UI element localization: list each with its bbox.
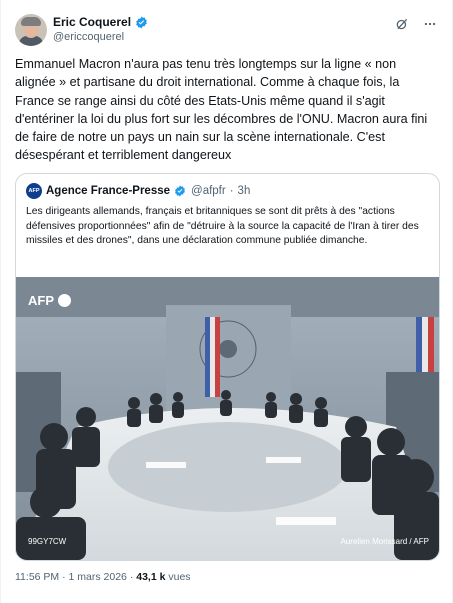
photo-credit: Aurelien Morissard / AFP bbox=[340, 537, 429, 546]
quoted-handle: @afpfr bbox=[191, 185, 226, 197]
view-label: vues bbox=[168, 571, 191, 583]
author-handle[interactable]: @ericcoquerel bbox=[53, 31, 124, 43]
tweet: Eric Coquerel @ericcoquerel Emmanuel Mac… bbox=[0, 0, 453, 603]
footer-separator: · bbox=[129, 571, 134, 583]
watermark-dot-icon bbox=[58, 294, 71, 307]
quoted-tweet[interactable]: AFP Agence France-Presse @afpfr · 3h Les… bbox=[15, 173, 440, 561]
verified-badge-icon bbox=[135, 16, 148, 29]
more-icon[interactable] bbox=[422, 16, 438, 32]
tweet-footer: 11:56 PM · 1 mars 2026 · 43,1 k vues bbox=[15, 571, 191, 583]
photo-watermark-text: AFP bbox=[28, 293, 54, 308]
photo-id-code: 99GY7CW bbox=[28, 537, 67, 546]
quoted-verified-badge-icon bbox=[174, 185, 187, 198]
post-date[interactable]: 1 mars 2026 bbox=[69, 571, 127, 583]
post-time[interactable]: 11:56 PM bbox=[15, 571, 59, 583]
quoted-avatar[interactable]: AFP bbox=[26, 183, 42, 199]
quoted-author-name[interactable]: Agence France-Presse bbox=[46, 185, 170, 197]
view-count: 43,1 k bbox=[136, 571, 166, 583]
avatar[interactable] bbox=[15, 14, 47, 46]
grok-icon[interactable] bbox=[394, 16, 410, 32]
author-name[interactable]: Eric Coquerel bbox=[53, 15, 131, 29]
photo-watermark: AFP bbox=[28, 293, 71, 308]
footer-separator: · bbox=[62, 571, 66, 583]
meeting-photo-illustration bbox=[16, 277, 439, 560]
author-name-row[interactable]: Eric Coquerel bbox=[53, 15, 148, 29]
quoted-photo[interactable]: AFP 99GY7CW Aurelien Morissard / AFP bbox=[16, 277, 439, 560]
quoted-separator: · bbox=[229, 185, 234, 197]
quoted-text: Les dirigeants allemands, français et br… bbox=[26, 206, 419, 246]
quoted-header: AFP Agence France-Presse @afpfr · 3h bbox=[26, 183, 250, 199]
top-actions bbox=[394, 16, 438, 32]
quoted-time[interactable]: 3h bbox=[238, 185, 251, 197]
tweet-text: Emmanuel Macron n'aura pas tenu très lon… bbox=[15, 57, 428, 163]
